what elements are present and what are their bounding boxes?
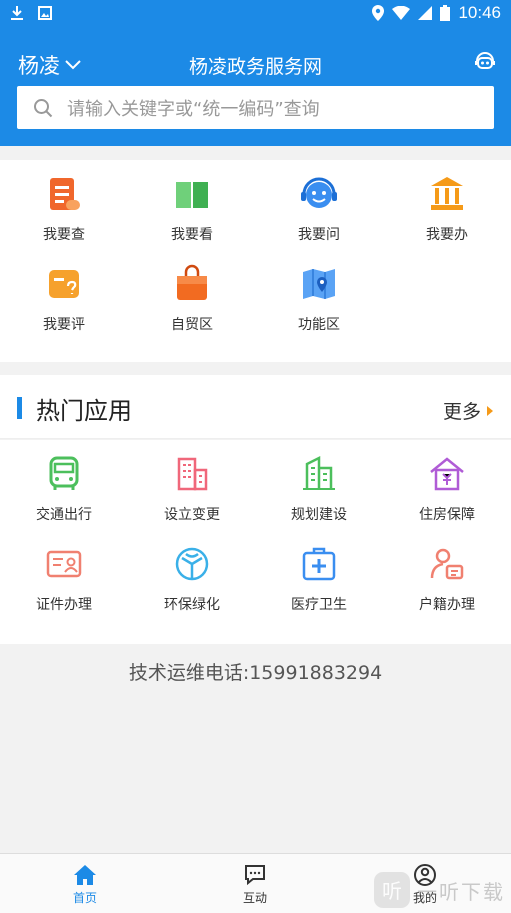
hot-app-establish-change[interactable]: 设立变更 xyxy=(128,454,256,524)
hot-apps-header: 热门应用 更多 xyxy=(0,375,511,439)
status-bar: 10:46 xyxy=(0,0,511,26)
hot-app-label: 规划建设 xyxy=(291,507,347,523)
open-book-icon xyxy=(176,182,208,208)
hot-app-label: 证件办理 xyxy=(36,597,92,613)
evaluate-card-icon xyxy=(49,270,79,298)
search-icon xyxy=(34,98,53,117)
quick-item-evaluate[interactable]: 我要评 xyxy=(0,264,128,334)
customer-service-icon xyxy=(301,177,337,208)
bus-icon xyxy=(49,456,79,490)
quick-item-ask[interactable]: 我要问 xyxy=(255,174,383,244)
caret-right-icon xyxy=(487,405,493,416)
quick-item-label: 我要评 xyxy=(43,317,85,333)
tab-label: 首页 xyxy=(72,891,97,905)
quick-item-label: 我要查 xyxy=(43,227,85,243)
header: 杨凌 杨凌政务服务网 请输入关键字或“统一编码”查询 xyxy=(0,26,511,146)
download-icon xyxy=(11,6,23,20)
svg-text:听: 听 xyxy=(382,879,402,903)
clock: 10:46 xyxy=(458,3,501,22)
tab-interaction[interactable]: 互动 xyxy=(215,864,295,906)
hot-apps-panel: 交通出行 设立变更 规划建设 住房保障 证件办理 环保绿化 医疗卫生 户籍办理 xyxy=(0,440,511,644)
hot-app-label: 住房保障 xyxy=(419,507,475,523)
wifi-icon xyxy=(392,6,411,20)
quick-item-view[interactable]: 我要看 xyxy=(128,174,256,244)
hot-app-transport[interactable]: 交通出行 xyxy=(0,454,128,524)
hot-app-household[interactable]: 户籍办理 xyxy=(383,544,511,614)
hot-app-housing[interactable]: 住房保障 xyxy=(383,454,511,524)
document-query-icon xyxy=(50,178,80,210)
watermark: 听 一听下载 xyxy=(373,871,505,909)
notification-image-icon xyxy=(38,6,52,20)
hot-app-label: 环保绿化 xyxy=(164,597,220,613)
house-icon xyxy=(430,457,464,491)
signal-icon xyxy=(418,6,433,20)
location-icon xyxy=(372,5,385,21)
section-title: 热门应用 xyxy=(36,397,132,425)
quick-item-handle[interactable]: 我要办 xyxy=(383,174,511,244)
search-placeholder: 请输入关键字或“统一编码”查询 xyxy=(67,98,320,120)
home-icon xyxy=(74,865,96,885)
bottom-tab-bar: 首页 互动 我的 听 一听下载 xyxy=(0,853,511,913)
search-input[interactable]: 请输入关键字或“统一编码”查询 xyxy=(17,86,494,129)
support-hotline: 技术运维电话:15991883294 xyxy=(128,662,383,684)
tab-home[interactable]: 首页 xyxy=(45,864,125,906)
recycle-icon xyxy=(175,547,209,581)
quick-item-label: 自贸区 xyxy=(171,317,213,333)
battery-icon xyxy=(440,5,451,21)
quick-item-free-trade[interactable]: 自贸区 xyxy=(128,264,256,334)
chat-icon xyxy=(245,865,265,886)
government-building-icon xyxy=(431,177,463,210)
quick-item-query[interactable]: 我要查 xyxy=(0,174,128,244)
hot-app-medical[interactable]: 医疗卫生 xyxy=(255,544,383,614)
hot-app-planning[interactable]: 规划建设 xyxy=(255,454,383,524)
section-accent-bar xyxy=(17,397,22,419)
buildings-icon xyxy=(177,457,208,491)
hot-app-environment[interactable]: 环保绿化 xyxy=(128,544,256,614)
shopping-bag-icon xyxy=(177,264,207,300)
construction-icon xyxy=(303,455,335,490)
id-card-icon xyxy=(46,550,82,578)
quick-item-label: 功能区 xyxy=(298,317,340,333)
page-title: 杨凌政务服务网 xyxy=(188,56,322,78)
hot-app-label: 设立变更 xyxy=(164,507,220,523)
robot-service-icon[interactable] xyxy=(473,48,497,72)
watermark-logo-icon: 听 xyxy=(374,872,410,908)
quick-item-label: 我要问 xyxy=(298,227,340,243)
hot-app-label: 交通出行 xyxy=(36,507,92,523)
quick-item-label: 我要办 xyxy=(426,227,468,243)
medical-kit-icon xyxy=(302,547,336,581)
person-card-icon xyxy=(430,548,464,580)
hot-app-label: 医疗卫生 xyxy=(291,597,347,613)
quick-item-label: 我要看 xyxy=(171,227,213,243)
more-label: 更多 xyxy=(442,401,481,423)
hot-app-label: 户籍办理 xyxy=(419,597,475,613)
quick-item-function-zone[interactable]: 功能区 xyxy=(255,264,383,334)
watermark-text: 一听下载 xyxy=(417,879,505,904)
quick-access-panel: 我要查 我要看 我要问 我要办 我要评 自贸区 功能区 xyxy=(0,160,511,362)
more-link[interactable]: 更多 xyxy=(443,397,493,424)
hot-app-certificate[interactable]: 证件办理 xyxy=(0,544,128,614)
map-pin-icon xyxy=(303,269,335,299)
tab-label: 互动 xyxy=(242,891,267,905)
